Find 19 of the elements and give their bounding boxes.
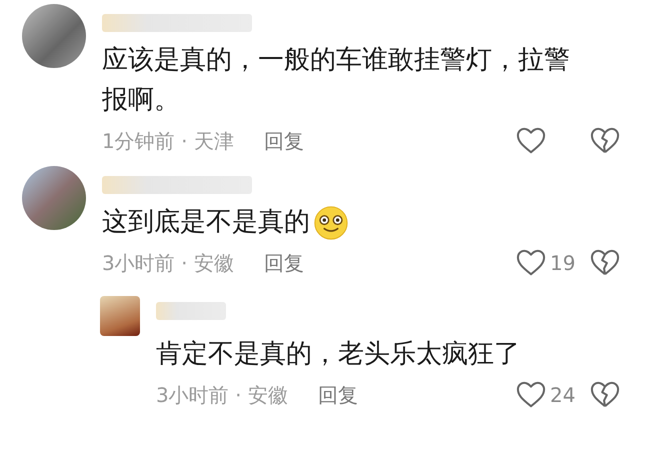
- time-location: 3小时前 · 安徽: [156, 382, 288, 408]
- reply-link[interactable]: 回复: [318, 382, 358, 408]
- like-heart-icon[interactable]: [516, 127, 546, 155]
- time-location: 3小时前 · 安徽: [102, 250, 234, 276]
- like-count: 19: [550, 251, 576, 275]
- reply-link[interactable]: 回复: [264, 128, 304, 154]
- comment-text: 肯定不是真的，老头乐太疯狂了: [156, 338, 520, 371]
- broken-heart-icon[interactable]: [590, 249, 620, 277]
- reply-link[interactable]: 回复: [264, 250, 304, 276]
- like-count: 24: [550, 383, 576, 407]
- like-heart-icon[interactable]: [516, 249, 546, 277]
- comment-text: 应该是真的，一般的车谁敢挂警灯，拉警报啊。: [102, 44, 571, 117]
- comment-text: 这到底是不是真的: [102, 206, 310, 239]
- blurred-username: [156, 302, 226, 320]
- broken-heart-icon[interactable]: [590, 381, 620, 409]
- broken-heart-icon[interactable]: [590, 127, 620, 155]
- time-location: 1分钟前 · 天津: [102, 128, 234, 154]
- like-heart-icon[interactable]: [516, 381, 546, 409]
- avatar[interactable]: [100, 296, 140, 336]
